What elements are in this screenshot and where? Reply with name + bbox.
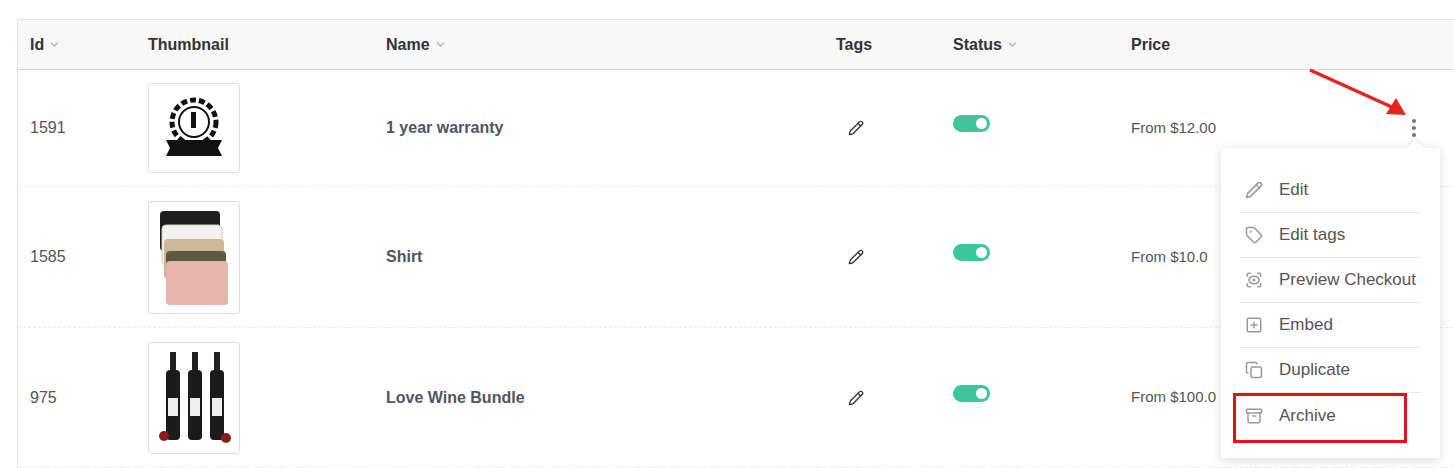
name-cell[interactable]: 1 year warranty [374, 116, 824, 140]
menu-item-icon [1245, 407, 1263, 425]
thumbnail [148, 83, 240, 173]
annotation-arrow-icon [1300, 62, 1415, 127]
column-header: Thumbnail [136, 33, 374, 57]
menu-item[interactable]: Edit tags [1240, 213, 1421, 258]
menu-item-icon [1245, 181, 1263, 199]
menu-item[interactable]: Archive [1240, 393, 1421, 438]
status-cell [941, 385, 1119, 402]
products-page: IdThumbnailNameTagsStatusPrice 1591 1 year… [0, 0, 1453, 468]
column-header[interactable]: Id [18, 33, 136, 57]
column-header: Price [1119, 33, 1390, 57]
status-cell [941, 244, 1119, 261]
menu-item-icon [1245, 316, 1263, 334]
kebab-menu-icon[interactable] [1412, 119, 1416, 137]
sort-chevron-icon[interactable] [434, 38, 447, 51]
tags-cell [824, 390, 941, 406]
menu-item[interactable]: Duplicate [1240, 348, 1421, 393]
highlight-box [1233, 393, 1407, 443]
name-cell[interactable]: Shirt [374, 245, 824, 269]
menu-item[interactable]: Embed [1240, 303, 1421, 348]
menu-item[interactable]: Edit [1240, 168, 1421, 213]
edit-tags-pencil-icon[interactable] [848, 249, 864, 265]
menu-item-icon [1245, 226, 1263, 244]
name-cell[interactable]: Love Wine Bundle [374, 386, 824, 410]
edit-tags-pencil-icon[interactable] [848, 120, 864, 136]
price-cell: From $12.00 [1119, 117, 1390, 140]
menu-item-icon [1245, 361, 1263, 379]
thumbnail-cell [136, 201, 374, 314]
status-toggle[interactable] [953, 115, 990, 132]
status-toggle[interactable] [953, 385, 990, 402]
sort-chevron-icon[interactable] [48, 38, 61, 51]
id-cell: 1591 [18, 116, 136, 140]
menu-item-icon [1245, 271, 1263, 289]
id-cell: 1585 [18, 245, 136, 269]
wine-bottles-icon [152, 348, 236, 448]
thumbnail [148, 201, 240, 314]
status-cell [941, 115, 1119, 132]
column-header[interactable]: Status [941, 33, 1119, 57]
warranty-badge-icon [158, 92, 230, 164]
tags-cell [824, 120, 941, 136]
menu-item[interactable]: Preview Checkout [1240, 258, 1421, 303]
sort-chevron-icon[interactable] [1006, 38, 1019, 51]
edit-tags-pencil-icon[interactable] [848, 390, 864, 406]
thumbnail-cell [136, 342, 374, 454]
column-header: Tags [824, 33, 941, 57]
status-toggle[interactable] [953, 244, 990, 261]
table-header: IdThumbnailNameTagsStatusPrice [18, 20, 1453, 70]
row-actions-menu: EditEdit tagsPreview CheckoutEmbedDuplic… [1221, 148, 1440, 458]
id-cell: 975 [18, 386, 136, 410]
shirts-icon [154, 205, 234, 310]
tags-cell [824, 249, 941, 265]
actions-cell [1390, 119, 1453, 137]
thumbnail-cell [136, 83, 374, 173]
thumbnail [148, 342, 240, 454]
column-header[interactable]: Name [374, 33, 824, 57]
